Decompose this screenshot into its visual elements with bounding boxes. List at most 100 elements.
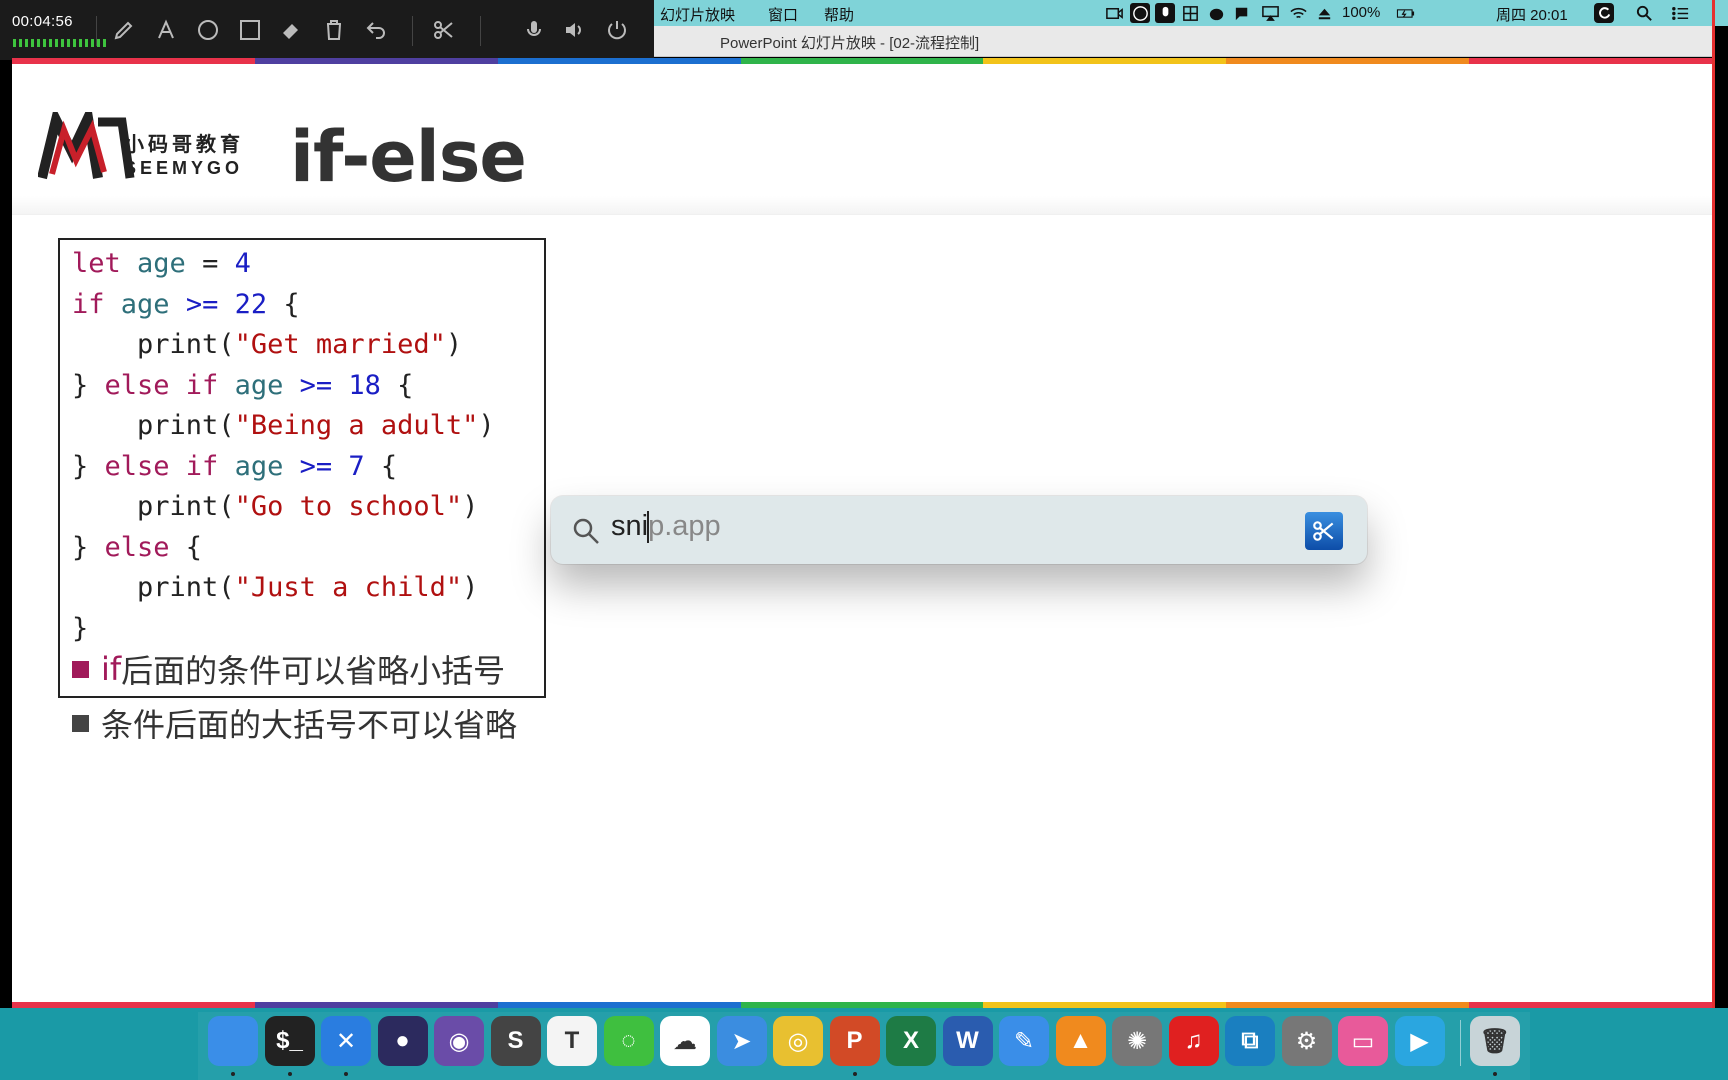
dock-app-photo-slideshow[interactable]: ✺ (1112, 1016, 1162, 1066)
rectangle-icon[interactable] (236, 16, 264, 44)
emoji-icon[interactable] (1130, 3, 1150, 23)
dock-app-finder[interactable] (208, 1016, 258, 1066)
sync-icon[interactable] (1594, 3, 1614, 23)
dock-running-indicator (1493, 1072, 1497, 1076)
input-method-icon[interactable] (1180, 3, 1200, 23)
power-icon[interactable] (603, 16, 631, 44)
dock-app-screenflow[interactable]: ▶ (1394, 1016, 1445, 1066)
battery-icon[interactable] (1392, 3, 1418, 23)
undo-icon[interactable] (362, 16, 390, 44)
dock-app-wechat[interactable]: ◌ (603, 1016, 654, 1066)
dock-app-vmware[interactable]: ⧉ (1225, 1016, 1275, 1066)
qq-icon[interactable] (1206, 3, 1226, 23)
dock-app-pen-tool[interactable]: ✎ (999, 1016, 1049, 1066)
dock-app-vlc[interactable]: ▲ (1055, 1016, 1106, 1066)
slide-header: 小码哥教育 SEEMYGO if-else (12, 64, 1712, 215)
search-icon[interactable] (1634, 3, 1654, 23)
microphone-icon[interactable] (1155, 3, 1175, 23)
scissors-icon[interactable] (1305, 512, 1343, 550)
spotlight-input[interactable]: snip.app (611, 510, 721, 544)
code-token: 18 (348, 369, 381, 401)
notification-center-icon[interactable] (1670, 3, 1690, 23)
code-token: } (72, 612, 89, 644)
code-line: } else { (72, 532, 202, 563)
code-token: { (364, 450, 398, 482)
menu-clock[interactable]: 周四 20:01 (1496, 4, 1568, 25)
audio-level-meter (13, 39, 106, 47)
code-token: if (72, 288, 121, 320)
code-token: else if (104, 369, 235, 401)
dock-app-eclipse[interactable]: ● (377, 1016, 428, 1066)
code-token: } (72, 450, 105, 482)
notification-icon[interactable] (1232, 3, 1252, 23)
logo-english-text: SEEMYGO (124, 158, 244, 178)
recording-timer: 00:04:56 (12, 13, 73, 30)
code-token: age (234, 450, 284, 482)
dock-app-word[interactable]: W (942, 1016, 993, 1066)
wifi-icon[interactable] (1288, 3, 1308, 23)
dock-app-chrome[interactable]: ◎ (773, 1016, 823, 1066)
dock-running-indicator (287, 1072, 292, 1076)
code-token: } (72, 369, 105, 401)
spotlight-autocomplete: p.app (648, 510, 721, 542)
code-line: if age >= 22 { (72, 289, 300, 320)
dock-app-typora[interactable]: T (547, 1016, 597, 1066)
dock-app-sublime[interactable]: S (490, 1016, 541, 1066)
dock-app-cleanmymac[interactable]: ▭ (1338, 1016, 1388, 1066)
recording-toolbar: 00:04:56 (0, 0, 654, 60)
dock-running-indicator (344, 1072, 348, 1076)
dock-separator (1460, 1020, 1461, 1066)
eraser-icon[interactable] (278, 16, 306, 44)
speaker-icon[interactable] (561, 16, 589, 44)
code-token: print( (72, 572, 235, 603)
code-line: } (72, 613, 88, 644)
dock-app-system-preferences[interactable]: ⚙ (1281, 1016, 1332, 1066)
text-icon[interactable] (152, 16, 180, 44)
screen-record-icon[interactable] (1104, 3, 1124, 23)
spotlight-typed-text: sni (611, 510, 649, 542)
eject-icon[interactable] (1314, 3, 1334, 23)
dock-app-github[interactable]: ◉ (434, 1016, 484, 1066)
code-token: = (185, 248, 235, 279)
pen-icon[interactable] (110, 16, 138, 44)
dock-app-powerpoint[interactable]: P (829, 1016, 880, 1066)
code-token: ) (462, 572, 479, 603)
dock-app-xcode[interactable]: ✕ (321, 1016, 371, 1066)
scissors-icon[interactable] (430, 16, 458, 44)
spotlight-search[interactable]: snip.app (551, 496, 1367, 564)
dock-running-indicator (852, 1072, 857, 1076)
circle-icon[interactable] (194, 16, 222, 44)
code-line: print("Being a adult") (72, 410, 495, 441)
menu-bar: 幻灯片放映 窗口 帮助 100% 周四 20:01 (654, 0, 1728, 26)
toolbar-divider (96, 16, 97, 46)
code-token: ) (478, 410, 495, 441)
bullet-square-icon (72, 660, 89, 678)
code-token: else if (104, 450, 235, 482)
dock-app-excel[interactable]: X (886, 1016, 936, 1066)
window-titlebar: PowerPoint 幻灯片放映 - [02-流程控制] (654, 26, 1712, 57)
bullet-square-icon (72, 714, 89, 732)
logo-chinese-text: 小码哥教育 (124, 132, 244, 156)
dock-app-terminal[interactable]: $_ (264, 1016, 315, 1066)
toolbar-divider (412, 16, 413, 46)
bullet-text: 条件后面的大括号不可以省略 (101, 706, 518, 744)
bullet-keyword: if (101, 650, 122, 688)
code-token: let (72, 248, 138, 279)
dock-app-airmail[interactable]: ➤ (716, 1016, 767, 1066)
code-token: 7 (348, 450, 365, 482)
menu-help[interactable]: 帮助 (824, 4, 854, 25)
microphone-icon[interactable] (520, 16, 548, 44)
dock-app-netease-music[interactable]: ♫ (1168, 1016, 1219, 1066)
airplay-icon[interactable] (1260, 3, 1280, 23)
menu-slideshow[interactable]: 幻灯片放映 (660, 4, 735, 25)
code-token: ) (445, 329, 463, 360)
window-title: PowerPoint 幻灯片放映 - [02-流程控制] (720, 35, 980, 52)
code-token: print( (72, 410, 235, 441)
code-token: } (72, 531, 105, 563)
trash-icon[interactable] (320, 16, 348, 44)
code-token: "Go to school" (234, 491, 463, 522)
code-token: age (234, 369, 284, 401)
dock-app-trash[interactable]: 🗑 (1470, 1016, 1520, 1066)
dock-app-baidu-netdisk[interactable]: ☁ (660, 1016, 710, 1066)
menu-window[interactable]: 窗口 (768, 4, 798, 25)
